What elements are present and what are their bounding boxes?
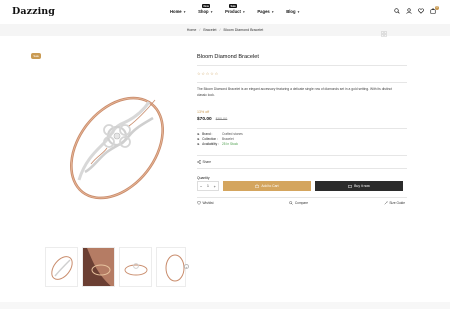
thumbnail-4[interactable] [156,247,186,287]
star-icon: ☆ [214,71,219,76]
divider [197,82,407,83]
chevron-down-icon: ▼ [271,9,275,14]
thumbnail-3[interactable] [119,247,152,287]
breadcrumb-category[interactable]: Bracelet [203,28,216,32]
thumbnail-image [124,263,148,276]
compare-label: Compare [294,201,308,205]
share-icon [197,160,201,164]
nav-badge-new: New [202,4,211,9]
nav-badge-sale: Sale [229,4,238,9]
search-icon[interactable] [394,8,400,14]
sale-badge: Sale [31,53,42,59]
rating-stars[interactable]: ☆ ☆ ☆ ☆ ☆ [197,71,218,76]
nav-item-shop[interactable]: New Shop ▼ [198,4,214,14]
quantity-label: Quantity [197,176,210,180]
heart-icon [197,201,201,205]
quantity-value[interactable]: 1 [207,184,209,188]
buy-now-button[interactable]: Buy it now [315,181,403,191]
main-nav: Home ▼ New Shop ▼ Sale Product ▼ Pages ▼ Blo… [170,4,300,14]
share-button[interactable]: Share [197,160,211,164]
discount-label: 13% off [197,110,210,114]
nav-item-blog[interactable]: Blog ▼ [286,9,300,14]
nav-label: Shop [198,9,209,14]
site-logo[interactable]: Dazzing [12,6,55,17]
size-guide-button[interactable]: Size Guide [384,201,405,205]
divider [197,168,407,169]
check-icon: ► [197,142,201,146]
divider [197,197,407,198]
nav-item-home[interactable]: Home ▼ [170,9,186,14]
breadcrumb-separator: / [219,28,221,32]
thumbnail-1[interactable] [45,247,78,287]
wishlist-button[interactable]: Wishlist [197,201,213,205]
nav-label: Blog [286,9,296,14]
nav-item-product[interactable]: Sale Product ▼ [225,4,246,14]
divider [197,65,407,66]
star-icon: ☆ [210,71,214,76]
star-icon: ☆ [201,71,205,76]
thumbnail-strip [45,247,186,287]
compare-button[interactable]: Compare [289,201,308,205]
star-icon: ☆ [205,71,210,76]
meta-availability: ► Availability : 25 In Stock [197,142,243,147]
ruler-icon [384,201,388,205]
buy-now-label: Buy it now [354,184,370,188]
cart-icon [255,184,260,188]
bag-icon [348,185,352,188]
cart-button[interactable]: 0 [430,5,439,14]
size-guide-label: Size Guide [389,201,405,205]
meta-availability-value: 25 In Stock [222,142,238,146]
grid-view-icon[interactable] [381,31,387,37]
product-actions: Wishlist Compare Size Guide [197,201,405,205]
meta-label-text: Availability : [202,142,219,146]
thumbnail-2[interactable] [82,247,115,287]
nav-item-pages[interactable]: Pages ▼ [257,9,274,14]
chevron-down-icon: ▼ [183,9,187,14]
star-icon: ☆ [197,71,201,76]
old-price: $80.00 [215,117,228,121]
nav-label: Pages [257,9,270,14]
product-meta: ► Brand : Crafted stones ► Collection : Br… [197,132,243,147]
thumbnail-image [51,256,73,280]
thumbnail-image [165,254,185,282]
chevron-down-icon: ▼ [297,9,301,14]
meta-label: ► Availability : [197,142,222,147]
quantity-stepper: − 1 + [197,181,219,191]
price-block: $70.00 $80.00 [197,117,227,122]
compare-icon [289,201,294,205]
wishlist-label: Wishlist [202,201,214,205]
thumbnail-image [83,248,114,286]
nav-label: Home [170,9,182,14]
chevron-down-icon: ▼ [242,9,246,14]
chevron-down-icon: ▼ [210,9,214,14]
breadcrumb-current: Bloom Diamond Bracelet [223,28,264,32]
user-icon[interactable] [406,8,412,14]
cart-count-badge: 0 [435,5,439,10]
header-icons: 0 [394,5,439,14]
add-to-cart-button[interactable]: Add to Cart [223,181,311,191]
heart-icon[interactable] [418,8,424,14]
quantity-increase-button[interactable]: + [214,184,216,189]
footer-band [0,302,450,309]
product-main-image[interactable] [45,50,190,240]
product-description: The Bloom Diamond Bracelet is an elegant… [197,87,392,97]
quantity-decrease-button[interactable]: − [200,184,202,189]
divider [197,128,407,129]
divider [197,155,407,156]
breadcrumb-home[interactable]: Home [187,28,197,32]
product-title: Bloom Diamond Bracelet [197,54,259,60]
current-price: $70.00 [197,117,212,122]
breadcrumb-separator: / [199,28,201,32]
thumb-next-button[interactable]: › [184,264,189,269]
share-label: Share [202,160,212,164]
nav-label: Product [225,9,241,14]
site-header: Dazzing Home ▼ New Shop ▼ Sale Product ▼ Pa… [0,0,450,24]
add-to-cart-label: Add to Cart [261,184,279,188]
